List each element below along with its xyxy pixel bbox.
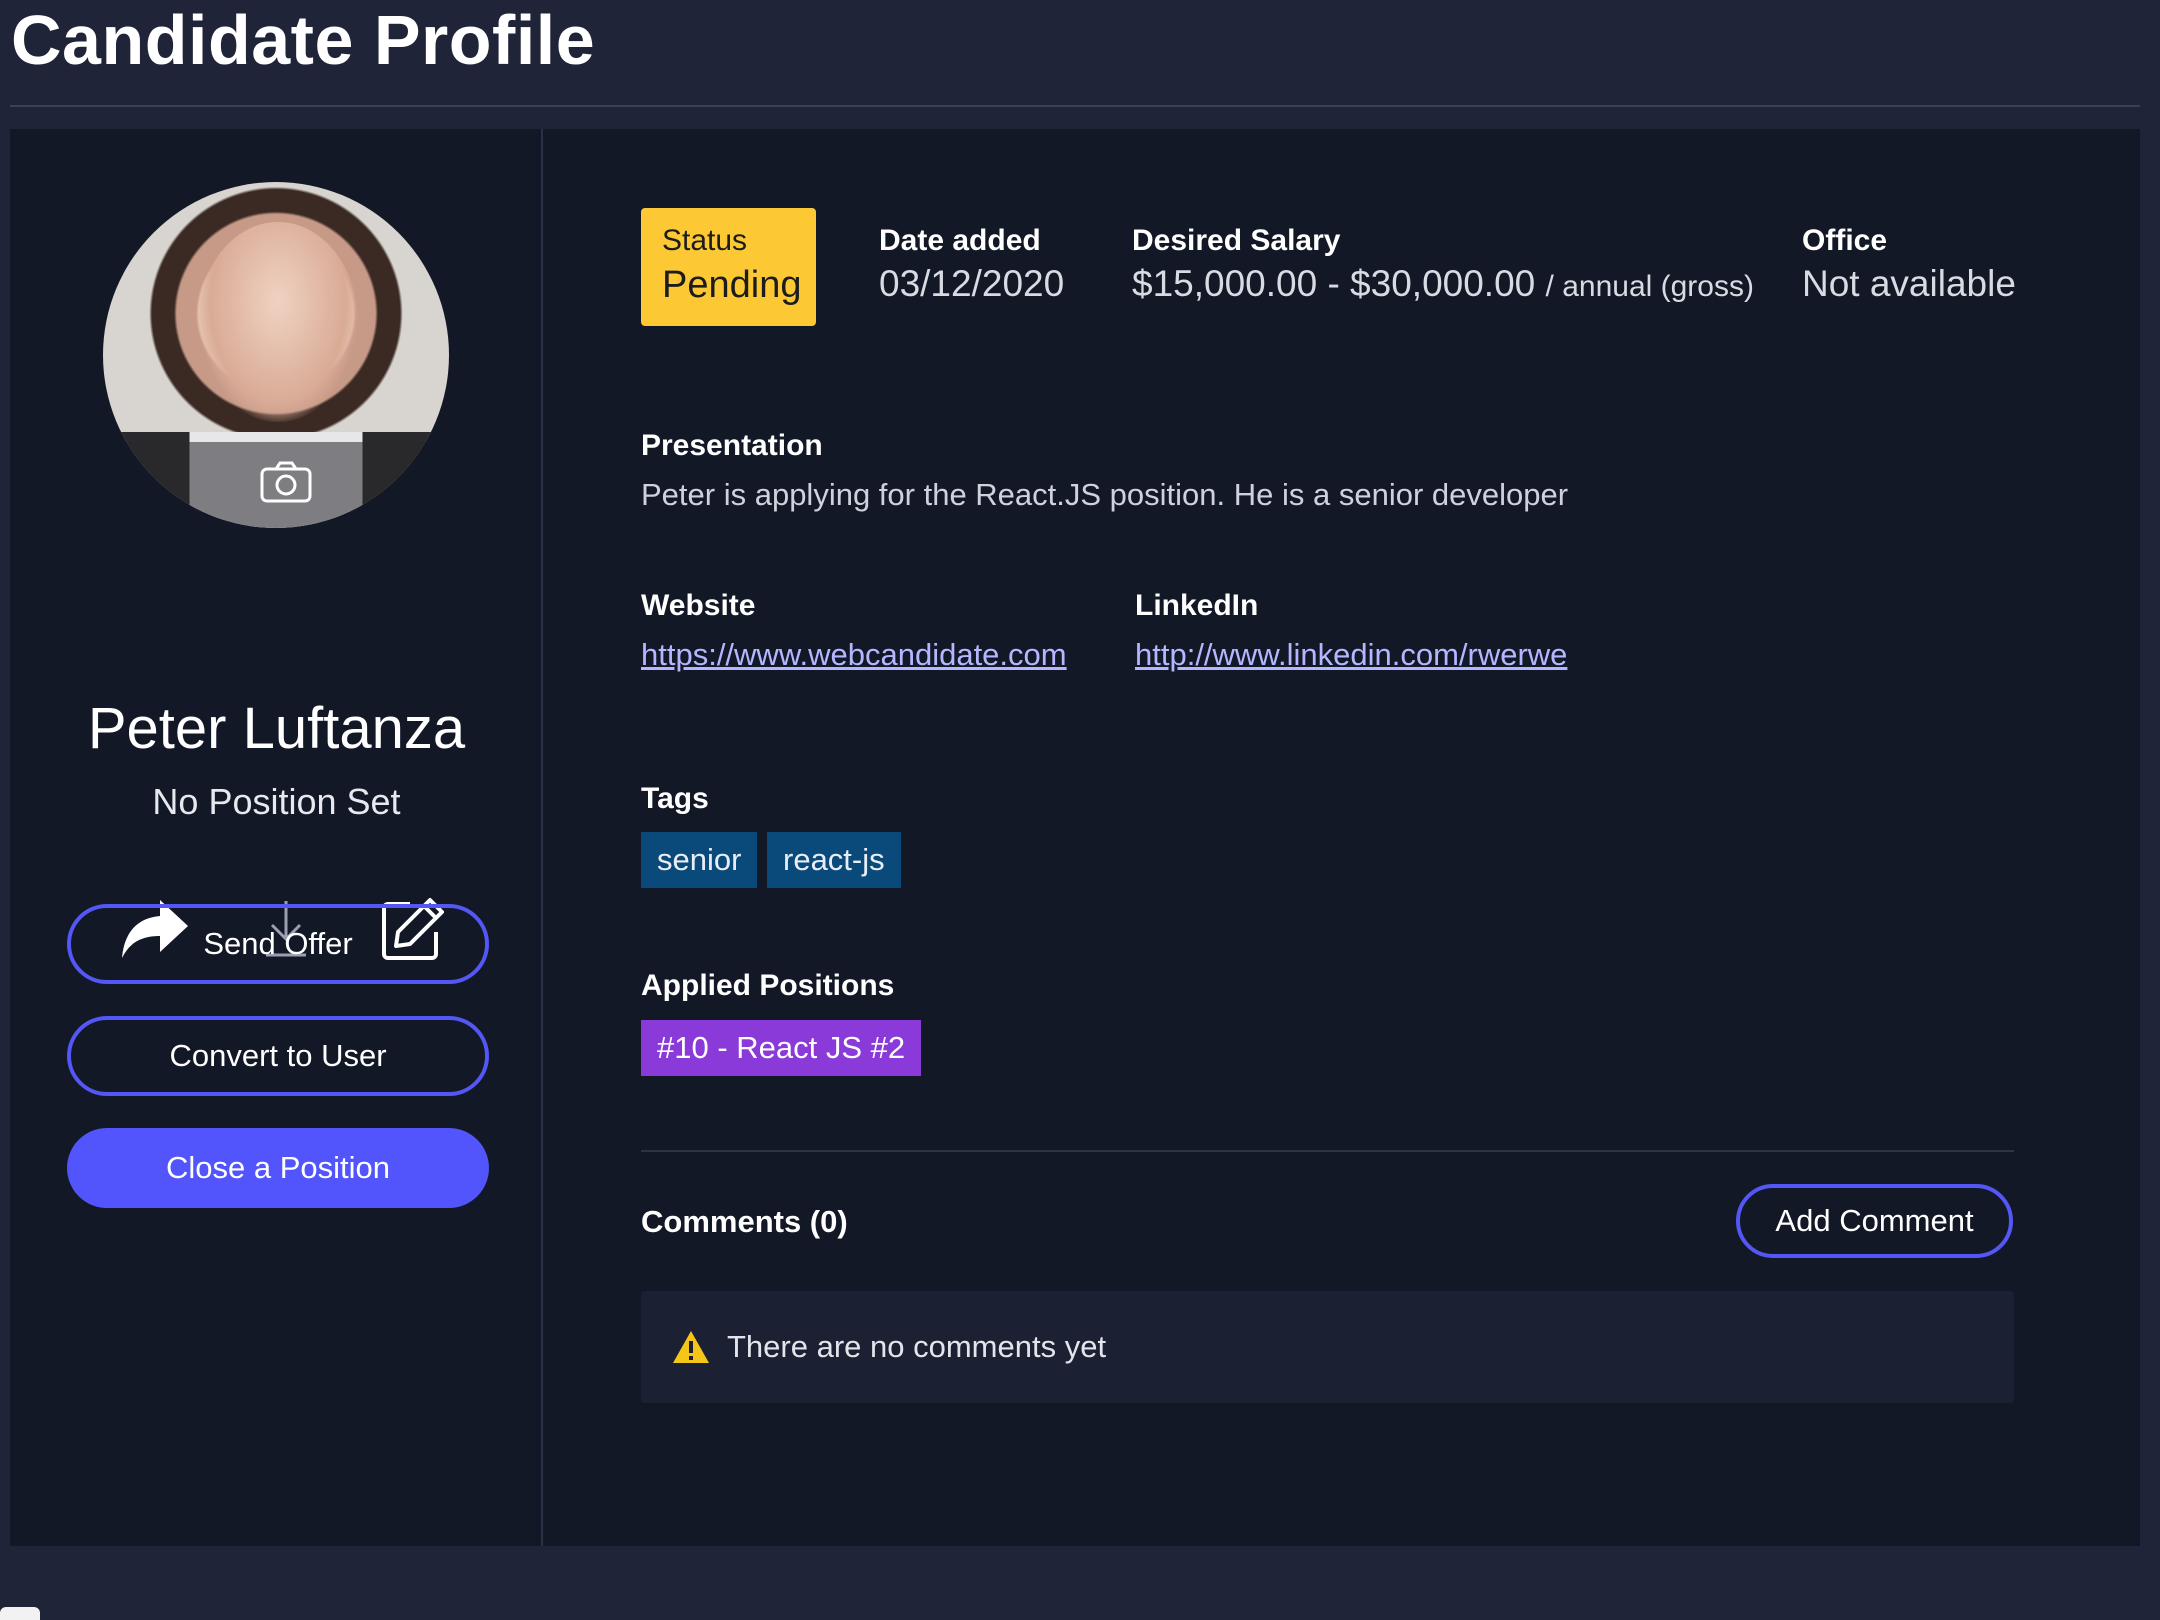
warning-icon xyxy=(673,1331,709,1363)
profile-details: Status Pending Date added 03/12/2020 Des… xyxy=(641,129,2021,1546)
title-divider xyxy=(10,105,2140,107)
salary-period: / annual (gross) xyxy=(1545,270,1754,303)
desired-salary-label: Desired Salary xyxy=(1132,224,1341,257)
avatar-face xyxy=(198,222,358,422)
presentation-label: Presentation xyxy=(641,429,823,462)
desired-salary-field: Desired Salary $15,000.00 - $30,000.00 /… xyxy=(1132,222,1754,311)
comments-label: Comments (0) xyxy=(641,1204,848,1239)
tags-label: Tags xyxy=(641,782,709,815)
office-field: Office Not available xyxy=(1802,222,2016,308)
linkedin-label: LinkedIn xyxy=(1135,589,1259,622)
send-offer-button[interactable]: Send Offer xyxy=(67,904,489,984)
profile-card: Peter Luftanza No Position Set Send Offe… xyxy=(10,129,2140,1546)
date-added-label: Date added xyxy=(879,224,1041,257)
avatar[interactable] xyxy=(103,182,449,528)
tag-react-js[interactable]: react-js xyxy=(767,832,901,888)
corner-tab xyxy=(0,1607,40,1620)
date-added-value: 03/12/2020 xyxy=(879,263,1065,304)
website-link[interactable]: https://www.webcandidate.com xyxy=(641,635,1067,675)
camera-icon[interactable] xyxy=(260,461,312,503)
presentation-text: Peter is applying for the React.JS posit… xyxy=(641,477,1569,512)
applied-positions-label: Applied Positions xyxy=(641,969,895,1002)
no-comments-alert: There are no comments yet xyxy=(641,1291,2014,1403)
website-label: Website xyxy=(641,589,756,622)
date-added-field: Date added 03/12/2020 xyxy=(879,222,1064,308)
candidate-name: Peter Luftanza xyxy=(87,696,466,761)
status-value: Pending xyxy=(662,264,802,306)
status-badge: Status Pending xyxy=(641,208,816,326)
status-label: Status xyxy=(662,224,748,257)
desired-salary-value: $15,000.00 - $30,000.00 / annual (gross) xyxy=(1132,260,1754,311)
applied-position-item[interactable]: #10 - React JS #2 xyxy=(641,1020,922,1076)
tag-senior[interactable]: senior xyxy=(641,832,758,888)
convert-to-user-button[interactable]: Convert to User xyxy=(67,1016,489,1096)
linkedin-link[interactable]: http://www.linkedin.com/rwerwe xyxy=(1135,635,1567,675)
candidate-position: No Position Set xyxy=(152,781,401,822)
office-value: Not available xyxy=(1802,263,2016,304)
page-title: Candidate Profile xyxy=(11,1,596,79)
candidate-profile-page: Candidate Profile Peter Luftanza No Posi… xyxy=(0,0,2160,1620)
profile-sidebar: Peter Luftanza No Position Set Send Offe… xyxy=(10,129,543,1546)
office-label: Office xyxy=(1802,224,1888,257)
close-position-button[interactable]: Close a Position xyxy=(67,1128,489,1208)
salary-range: $15,000.00 - $30,000.00 xyxy=(1132,263,1536,304)
comments-divider xyxy=(641,1150,2014,1152)
add-comment-button[interactable]: Add Comment xyxy=(1736,1184,2013,1258)
no-comments-text: There are no comments yet xyxy=(727,1329,1107,1364)
